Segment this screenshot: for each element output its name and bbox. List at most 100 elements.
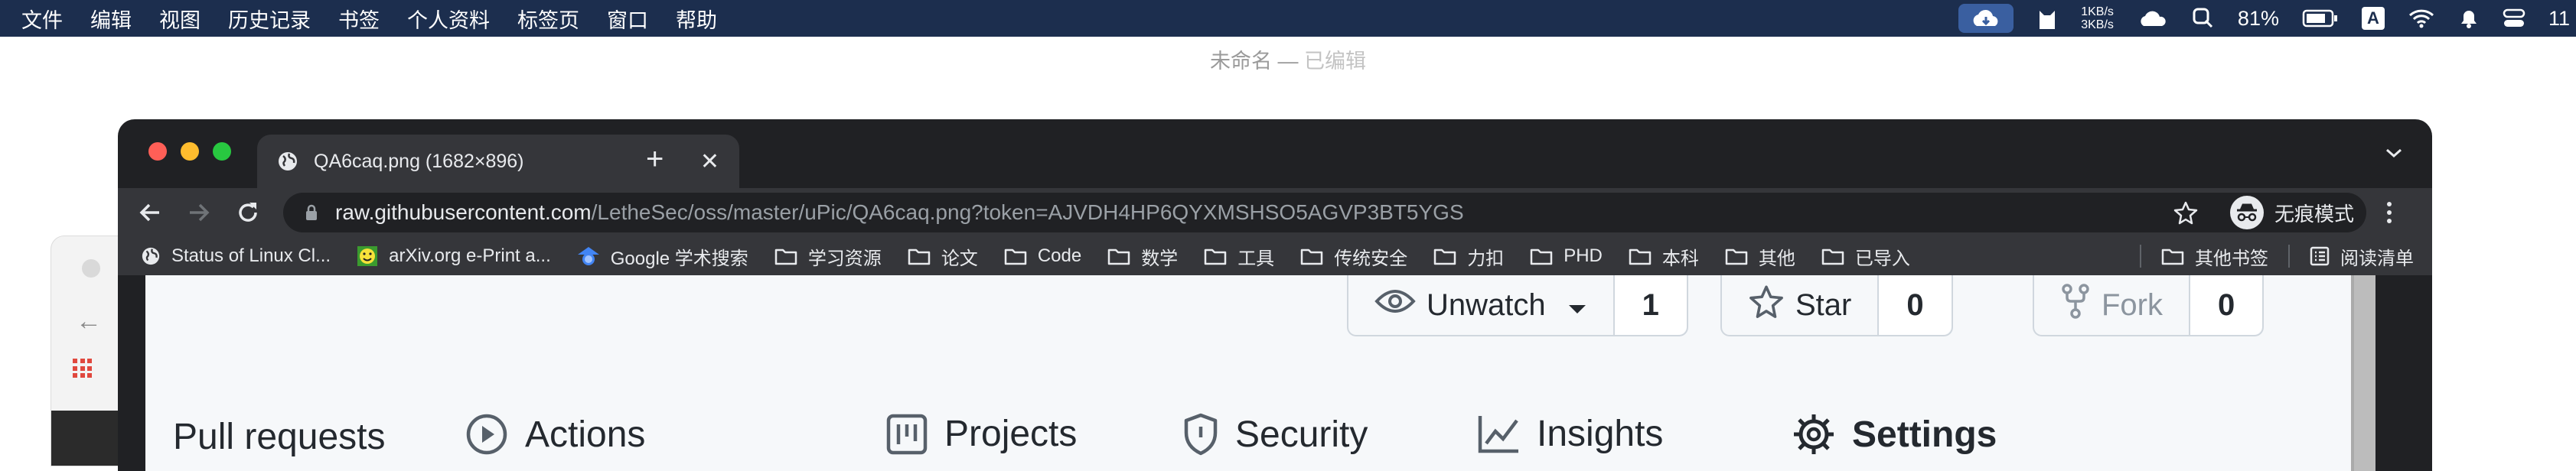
browser-toolbar: raw.githubusercontent.com/LetheSec/oss/m… — [118, 188, 2432, 237]
globe-icon — [277, 151, 298, 172]
menu-edit[interactable]: 编辑 — [90, 4, 132, 34]
document-state: 已编辑 — [1304, 50, 1366, 73]
tab-active[interactable]: QA6caq.png (1682×896) ✕ — [257, 135, 739, 188]
network-speed[interactable]: 1KB/s 3KB/s — [2081, 5, 2114, 31]
bookmark-folder-math[interactable]: 数学 — [1107, 243, 1178, 270]
menu-tabs[interactable]: 标签页 — [517, 4, 579, 34]
net-upload: 1KB/s — [2081, 5, 2114, 18]
play-icon — [465, 413, 508, 456]
folder-icon — [1433, 247, 1456, 265]
bookmark-google-scholar[interactable]: Google 学术搜索 — [577, 243, 748, 270]
bookmark-folder-phd[interactable]: PHD — [1530, 245, 1603, 267]
bookmark-label: 数学 — [1141, 248, 1179, 269]
tab-settings[interactable]: Settings — [1792, 413, 1997, 456]
tab-label: Insights — [1537, 414, 1664, 454]
cat-icon[interactable] — [2036, 6, 2058, 31]
lock-icon[interactable] — [305, 203, 318, 222]
unwatch-button[interactable]: Unwatch 1 — [1347, 275, 1688, 336]
page-scrollbar[interactable] — [2351, 275, 2375, 471]
folder-icon — [1204, 247, 1227, 265]
battery-icon[interactable] — [2302, 8, 2339, 28]
star-label: Star — [1795, 287, 1852, 322]
address-bar[interactable]: raw.githubusercontent.com/LetheSec/oss/m… — [283, 193, 2366, 232]
back-button[interactable] — [136, 199, 164, 226]
bookmark-label: Status of Linux Cl... — [171, 245, 331, 266]
bookmark-folder-other[interactable]: 其他 — [1725, 243, 1795, 270]
search-icon[interactable] — [2192, 7, 2215, 30]
bookmark-linux-status[interactable]: Status of Linux Cl... — [141, 245, 331, 267]
fork-button[interactable]: Fork 0 — [2033, 275, 2265, 336]
bookmark-arxiv[interactable]: arXiv.org e-Print a... — [357, 245, 551, 267]
tab-insights[interactable]: Insights — [1477, 413, 1663, 455]
close-window-button[interactable] — [148, 142, 167, 161]
bookmark-folder-undergrad[interactable]: 本科 — [1629, 243, 1699, 270]
bookmarks-divider — [2140, 245, 2141, 268]
minimize-window-button[interactable] — [181, 142, 199, 161]
forward-button[interactable] — [185, 199, 213, 226]
reload-button[interactable] — [234, 199, 262, 226]
tab-security[interactable]: Security — [1183, 413, 1368, 456]
bookmark-star-icon[interactable] — [2173, 200, 2198, 229]
folder-icon — [1300, 247, 1323, 265]
bookmark-label: 本科 — [1661, 248, 1699, 269]
menu-window[interactable]: 窗口 — [607, 4, 648, 34]
folder-icon — [1725, 247, 1748, 265]
bookmark-folder-leetcode[interactable]: 力扣 — [1433, 243, 1504, 270]
bookmark-folder-tools[interactable]: 工具 — [1204, 243, 1274, 270]
bookmark-label: PHD — [1564, 245, 1603, 266]
chrome-window: QA6caq.png (1682×896) ✕ + raw.githubuser… — [118, 119, 2432, 471]
bookmark-label: Code — [1037, 245, 1082, 266]
bookmark-folder-security[interactable]: 传统安全 — [1300, 243, 1407, 270]
bookmark-label: 已导入 — [1854, 248, 1910, 269]
menu-history[interactable]: 历史记录 — [228, 4, 311, 34]
tab-projects[interactable]: Projects — [886, 413, 1077, 455]
menu-help[interactable]: 帮助 — [676, 4, 717, 34]
bookmark-folder-papers[interactable]: 论文 — [908, 243, 978, 270]
tab-label: Security — [1235, 414, 1368, 455]
star-button[interactable]: Star 0 — [1720, 275, 1953, 336]
reading-list-button[interactable]: 阅读清单 — [2310, 243, 2414, 270]
forks-count[interactable]: 0 — [2189, 275, 2263, 335]
url-path: /LetheSec/oss/master/uPic/QA6caq.png?tok… — [591, 200, 1464, 224]
shield-icon — [1183, 413, 1218, 456]
bookmark-folder-imported[interactable]: 已导入 — [1821, 243, 1910, 270]
icloud-icon[interactable] — [2137, 8, 2169, 29]
other-bookmarks-folder[interactable]: 其他书签 — [2161, 243, 2268, 270]
bookmark-label: Google 学术搜索 — [610, 248, 748, 269]
tab-close-icon[interactable]: ✕ — [700, 148, 719, 175]
bookmark-folder-study[interactable]: 学习资源 — [774, 243, 882, 270]
folder-icon — [908, 247, 931, 265]
notification-bell-icon[interactable] — [2458, 7, 2480, 30]
more-menu-icon[interactable] — [2385, 200, 2394, 229]
tab-actions[interactable]: Actions — [465, 413, 645, 456]
url-host: raw.githubusercontent.com — [335, 200, 592, 224]
bookmark-folder-code[interactable]: Code — [1004, 245, 1081, 267]
battery-percent: 81% — [2237, 6, 2279, 30]
reading-list-icon — [2310, 246, 2330, 266]
menu-file[interactable]: 文件 — [21, 4, 63, 34]
bookmark-label: 传统安全 — [1334, 248, 1408, 269]
back-arrow-icon[interactable]: ← — [76, 307, 102, 336]
clock[interactable]: 11 — [2548, 7, 2570, 31]
maximize-window-button[interactable] — [213, 142, 231, 161]
tab-search-chevron-icon[interactable] — [2385, 147, 2403, 163]
control-center-icon[interactable] — [2503, 8, 2525, 29]
cloud-sync-icon[interactable] — [1958, 4, 2014, 33]
tab-pull-requests[interactable]: Pull requests — [173, 416, 385, 458]
page-viewport: Unwatch 1 Star 0 Fork 0 Pull requests Ac… — [118, 275, 2432, 471]
window-control-dot[interactable] — [82, 259, 100, 278]
stars-count[interactable]: 0 — [1877, 275, 1952, 335]
incognito-badge[interactable]: 无痕模式 — [2230, 194, 2354, 231]
new-tab-button[interactable]: + — [646, 142, 664, 177]
apps-grid-icon[interactable] — [73, 359, 93, 378]
menu-profiles[interactable]: 个人资料 — [407, 4, 490, 34]
input-method-icon[interactable]: A — [2361, 7, 2385, 30]
menu-bookmarks[interactable]: 书签 — [338, 4, 380, 34]
graph-icon — [1477, 414, 1520, 454]
reading-list-label: 阅读清单 — [2340, 248, 2414, 269]
watchers-count[interactable]: 1 — [1612, 275, 1687, 335]
caret-down-icon — [1567, 288, 1587, 323]
menu-view[interactable]: 视图 — [159, 4, 201, 34]
wifi-icon[interactable] — [2408, 8, 2435, 29]
macos-menubar: 文件 编辑 视图 历史记录 书签 个人资料 标签页 窗口 帮助 1KB/s 3K… — [0, 0, 2576, 37]
